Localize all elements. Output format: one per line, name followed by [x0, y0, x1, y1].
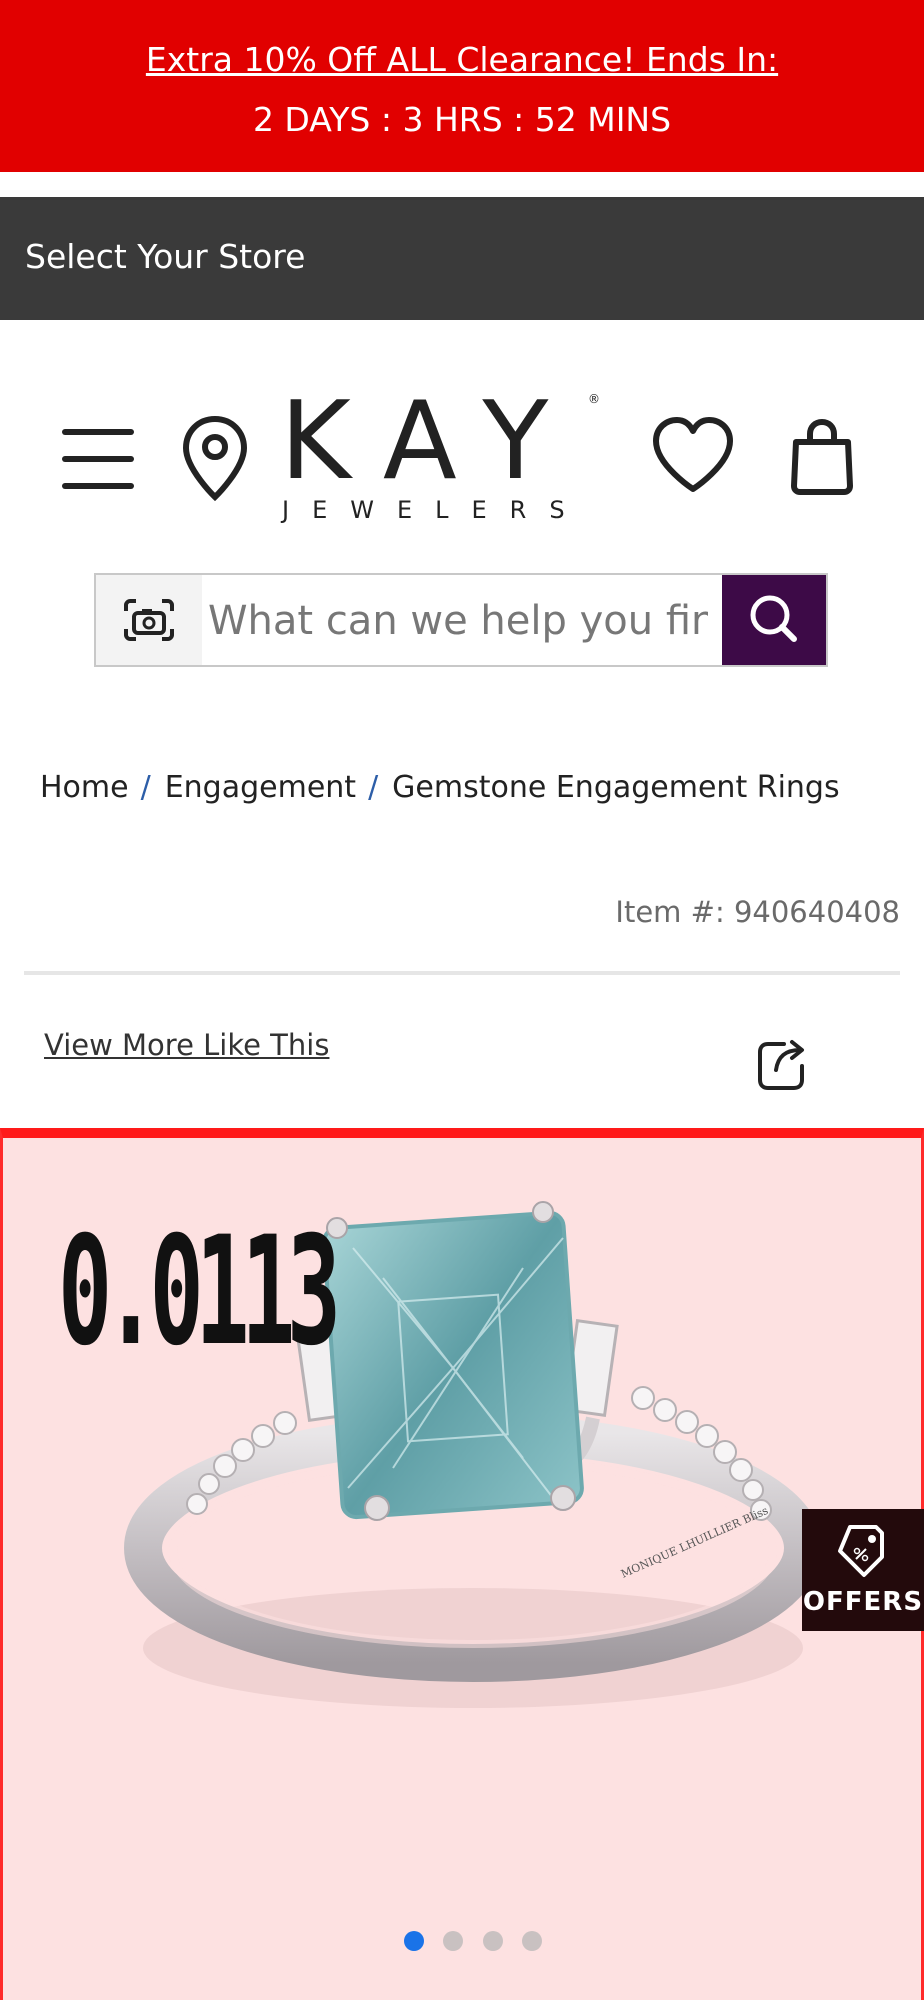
view-more-like-this-link[interactable]: View More Like This [44, 1028, 329, 1062]
menu-icon[interactable] [60, 425, 136, 493]
camera-scan-icon [124, 599, 174, 641]
search-icon [750, 595, 797, 642]
breadcrumb-engagement[interactable]: Engagement [165, 770, 356, 805]
shopping-bag-icon[interactable] [790, 418, 854, 496]
share-icon[interactable] [756, 1036, 808, 1090]
logo-wordmark: KAY [280, 379, 583, 504]
carousel-pagination [0, 1931, 924, 1951]
kay-jewelers-logo[interactable]: KAY ® JEWELERS [280, 379, 600, 527]
visual-search-button[interactable] [96, 575, 202, 665]
carousel-dot-4[interactable] [522, 1931, 542, 1951]
promo-countdown: 2 DAYS : 3 HRS : 52 MINS [252, 100, 672, 139]
breadcrumb-separator: / [368, 770, 379, 805]
offers-label: OFFERS [802, 1587, 924, 1617]
heart-icon[interactable] [650, 415, 736, 495]
carousel-dot-2[interactable] [443, 1931, 463, 1951]
carousel-dot-3[interactable] [483, 1931, 503, 1951]
breadcrumb: Home / Engagement / Gemstone Engagement Ring… [40, 770, 840, 805]
logo-registered-mark: ® [588, 392, 600, 406]
promo-headline-link[interactable]: Extra 10% Off ALL Clearance! Ends In: [0, 40, 924, 79]
search-input[interactable] [206, 585, 710, 657]
promo-banner[interactable]: Extra 10% Off ALL Clearance! Ends In: 2 … [0, 0, 924, 172]
offers-button[interactable]: OFFERS [802, 1509, 924, 1631]
carousel-dot-1[interactable] [404, 1931, 424, 1951]
ring-engraving: MONIQUE LHUILLIER Bliss [619, 1504, 771, 1581]
breadcrumb-separator: / [140, 770, 151, 805]
select-store-label: Select Your Store [25, 237, 306, 276]
breadcrumb-home[interactable]: Home [40, 770, 129, 805]
search-bar [94, 573, 828, 667]
search-button[interactable] [722, 575, 826, 665]
divider [24, 971, 900, 975]
price-tag-icon [838, 1525, 884, 1577]
item-number: Item #: 940640408 [615, 895, 900, 929]
location-pin-icon[interactable] [180, 413, 250, 503]
breadcrumb-current[interactable]: Gemstone Engagement Rings [392, 770, 839, 805]
logo-subtitle: JEWELERS [282, 496, 588, 524]
image-overlay-number: 0.0113 [58, 1205, 341, 1379]
select-store-bar[interactable]: Select Your Store [0, 197, 924, 320]
